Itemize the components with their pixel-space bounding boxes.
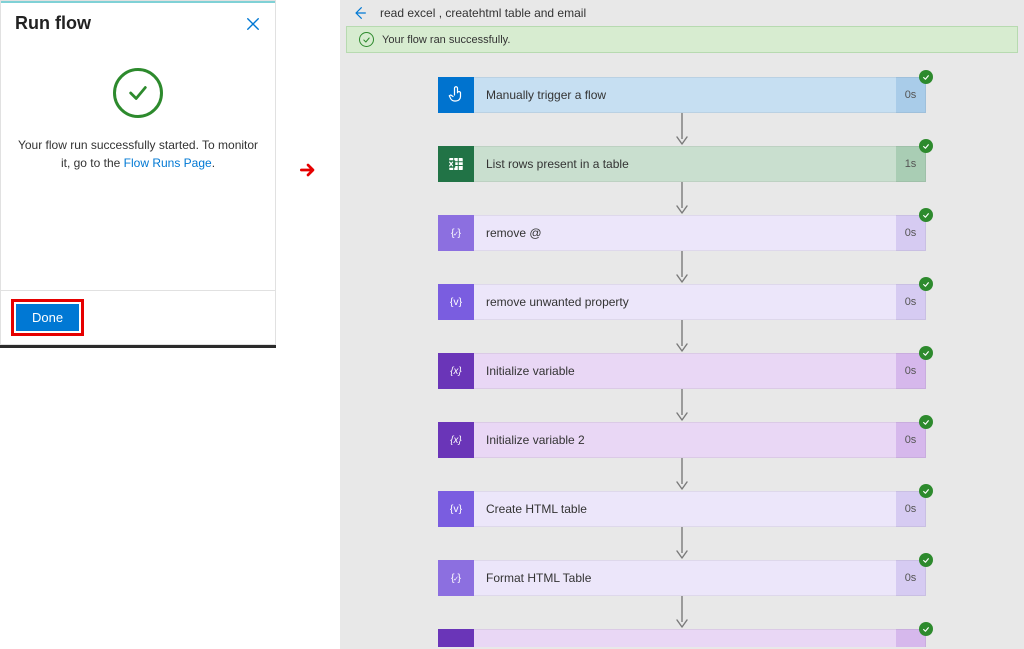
step-icon <box>438 77 474 113</box>
step-icon <box>438 629 474 647</box>
step-label: Format HTML Table <box>474 560 896 596</box>
step-icon <box>438 215 474 251</box>
done-button[interactable]: Done <box>16 304 79 331</box>
step-icon <box>438 353 474 389</box>
panel-title: Run flow <box>15 13 91 34</box>
steps-container: Manually trigger a flow0s List rows prese… <box>340 53 1024 647</box>
run-flow-panel: Run flow Your flow run successfully star… <box>0 0 276 345</box>
step-success-icon <box>919 208 933 222</box>
step-success-icon <box>919 139 933 153</box>
flow-step-7[interactable]: Format HTML Table0s <box>438 560 926 596</box>
step-label: Manually trigger a flow <box>474 77 896 113</box>
back-arrow-icon[interactable] <box>352 5 368 21</box>
step-connector <box>438 113 926 146</box>
flow-step-0[interactable]: Manually trigger a flow0s <box>438 77 926 113</box>
step-connector <box>438 251 926 284</box>
done-highlight-box: Done <box>11 299 84 336</box>
step-label: remove unwanted property <box>474 284 896 320</box>
step-success-icon <box>919 484 933 498</box>
step-connector <box>438 596 926 629</box>
step-connector <box>438 389 926 422</box>
step-label: List rows present in a table <box>474 146 896 182</box>
step-connector <box>438 320 926 353</box>
flow-step-partial[interactable] <box>438 629 926 647</box>
step-icon <box>438 422 474 458</box>
step-label: Create HTML table <box>474 491 896 527</box>
step-label: Initialize variable <box>474 353 896 389</box>
flow-step-3[interactable]: remove unwanted property0s <box>438 284 926 320</box>
close-icon[interactable] <box>245 16 261 32</box>
step-connector <box>438 527 926 560</box>
step-icon <box>438 491 474 527</box>
step-connector <box>438 458 926 491</box>
success-banner-text: Your flow ran successfully. <box>382 34 510 46</box>
canvas-header: read excel , createhtml table and email <box>340 0 1024 26</box>
panel-footer: Done <box>1 290 275 344</box>
flow-success-banner: Your flow ran successfully. <box>346 26 1018 53</box>
step-success-icon <box>919 70 933 84</box>
step-success-icon <box>919 415 933 429</box>
step-connector <box>438 182 926 215</box>
step-success-icon <box>919 346 933 360</box>
step-icon <box>438 146 474 182</box>
step-label: remove @ <box>474 215 896 251</box>
attention-arrow-icon <box>298 160 318 185</box>
flow-step-5[interactable]: Initialize variable 20s <box>438 422 926 458</box>
step-icon <box>438 284 474 320</box>
flow-step-1[interactable]: List rows present in a table1s <box>438 146 926 182</box>
success-check-small-icon <box>359 32 374 47</box>
flow-title: read excel , createhtml table and email <box>380 6 586 20</box>
step-label: Initialize variable 2 <box>474 422 896 458</box>
run-success-message: Your flow run successfully started. To m… <box>1 136 275 172</box>
flow-canvas: read excel , createhtml table and email … <box>340 0 1024 649</box>
step-success-icon <box>919 553 933 567</box>
step-success-icon <box>919 622 933 636</box>
panel-shadow <box>0 345 276 348</box>
flow-step-2[interactable]: remove @0s <box>438 215 926 251</box>
flow-step-6[interactable]: Create HTML table0s <box>438 491 926 527</box>
success-check-icon <box>113 68 163 118</box>
step-icon <box>438 560 474 596</box>
flow-step-4[interactable]: Initialize variable0s <box>438 353 926 389</box>
step-success-icon <box>919 277 933 291</box>
step-label <box>474 629 896 647</box>
flow-runs-page-link[interactable]: Flow Runs Page <box>124 156 212 170</box>
